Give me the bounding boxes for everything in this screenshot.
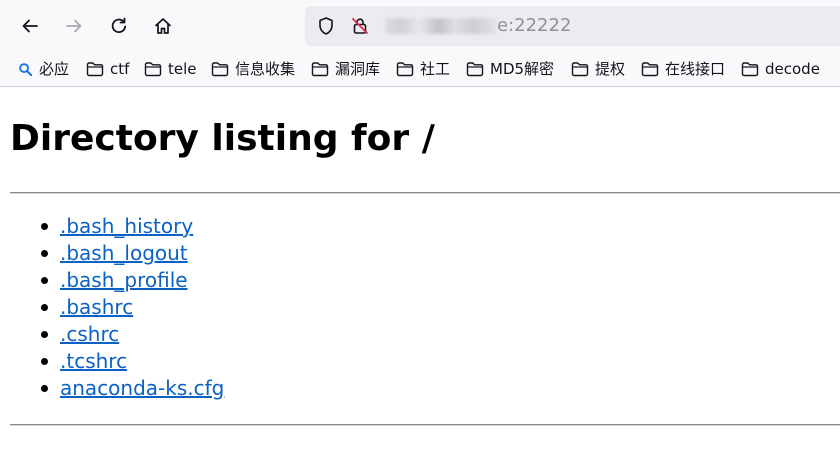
reload-button[interactable]	[103, 10, 135, 42]
bookmark-folder-md5[interactable]: MD5解密	[466, 59, 554, 79]
redacted-url-host	[385, 18, 497, 34]
bookmark-folder-info-gathering[interactable]: 信息收集	[211, 59, 295, 79]
file-link-bash-logout[interactable]: .bash_logout	[60, 241, 188, 265]
folder-icon	[311, 62, 329, 77]
file-link-anaconda-ks[interactable]: anaconda-ks.cfg	[60, 376, 224, 400]
bottom-divider	[10, 424, 840, 426]
bookmark-label: 信息收集	[235, 60, 296, 78]
home-icon	[155, 18, 171, 34]
bookmarks-toolbar: 必应 ctf tele 信息收集 漏洞库 社工 MD5解密 提权 在线接口 de…	[0, 52, 840, 86]
file-link-bash-history[interactable]: .bash_history	[60, 214, 193, 238]
bullet-icon	[41, 331, 48, 338]
bookmark-label: 在线接口	[665, 60, 726, 78]
bookmark-folder-privesc[interactable]: 提权	[571, 59, 625, 79]
bookmark-folder-ctf[interactable]: ctf	[86, 59, 129, 79]
bookmark-label: ctf	[110, 60, 130, 78]
reload-icon	[111, 17, 127, 34]
list-item: anaconda-ks.cfg	[0, 375, 224, 402]
url-text[interactable]: e:22222	[385, 15, 571, 37]
bullet-icon	[41, 250, 48, 257]
folder-icon	[86, 62, 104, 77]
bookmark-label: tele	[168, 60, 197, 78]
bullet-icon	[41, 304, 48, 311]
list-item: .cshrc	[0, 321, 224, 348]
folder-icon	[396, 62, 414, 77]
page-content: Directory listing for / .bash_history .b…	[0, 87, 840, 471]
browser-chrome: e:22222 必应 ctf tele 信息收集 漏洞库 社工 MD5解密 提权…	[0, 0, 840, 87]
folder-icon	[466, 62, 484, 77]
bookmark-folder-tele[interactable]: tele	[144, 59, 197, 79]
folder-icon	[571, 62, 589, 77]
bullet-icon	[41, 385, 48, 392]
file-list: .bash_history .bash_logout .bash_profile…	[0, 213, 224, 402]
folder-icon	[211, 62, 229, 77]
bookmark-label: 必应	[39, 60, 70, 78]
search-icon	[19, 62, 33, 76]
bookmark-label: 社工	[420, 60, 451, 78]
browser-toolbar: e:22222	[0, 0, 840, 52]
file-link-bash-profile[interactable]: .bash_profile	[60, 268, 188, 292]
folder-icon	[741, 62, 759, 77]
bookmark-bing[interactable]: 必应	[18, 59, 69, 79]
bookmark-folder-online-api[interactable]: 在线接口	[641, 59, 725, 79]
bullet-icon	[41, 277, 48, 284]
insecure-connection-lock-icon[interactable]	[349, 15, 371, 37]
file-link-cshrc[interactable]: .cshrc	[60, 322, 119, 346]
bullet-icon	[41, 358, 48, 365]
page-title: Directory listing for /	[10, 118, 435, 159]
tracking-protection-shield-icon[interactable]	[315, 15, 337, 37]
forward-button[interactable]	[58, 10, 90, 42]
file-link-bashrc[interactable]: .bashrc	[60, 295, 133, 319]
file-link-tcshrc[interactable]: .tcshrc	[60, 349, 127, 373]
bookmark-label: 提权	[595, 60, 626, 78]
bookmark-label: decode	[765, 60, 820, 78]
bookmark-folder-vuln-db[interactable]: 漏洞库	[311, 59, 380, 79]
list-item: .bash_history	[0, 213, 224, 240]
list-item: .bash_profile	[0, 267, 224, 294]
list-item: .tcshrc	[0, 348, 224, 375]
back-arrow-icon	[22, 19, 38, 33]
folder-icon	[641, 62, 659, 77]
back-button[interactable]	[14, 10, 46, 42]
url-port: e:22222	[497, 15, 572, 36]
bookmark-label: MD5解密	[490, 60, 555, 78]
address-bar[interactable]: e:22222	[305, 6, 840, 46]
list-item: .bashrc	[0, 294, 224, 321]
list-item: .bash_logout	[0, 240, 224, 267]
forward-arrow-icon	[66, 19, 82, 33]
home-button[interactable]	[147, 10, 179, 42]
bookmark-label: 漏洞库	[335, 60, 381, 78]
folder-icon	[144, 62, 162, 77]
bookmark-folder-decode[interactable]: decode	[741, 59, 820, 79]
bookmark-folder-social-eng[interactable]: 社工	[396, 59, 450, 79]
top-divider	[10, 192, 840, 194]
bullet-icon	[41, 223, 48, 230]
